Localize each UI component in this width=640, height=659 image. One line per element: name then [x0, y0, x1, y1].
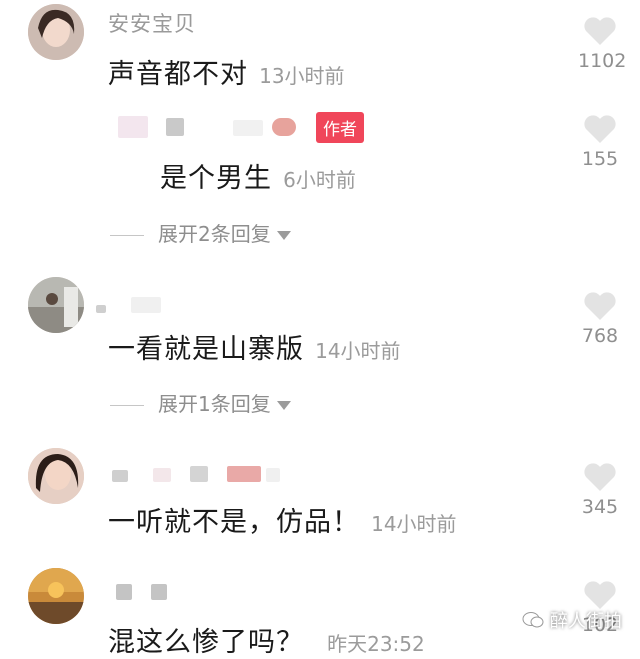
username[interactable] [96, 297, 162, 317]
like-count: 1102 [578, 50, 627, 72]
comment-time: 14小时前 [371, 512, 457, 536]
comment-text: 混这么惨了吗？ [108, 627, 304, 658]
heart-icon [584, 581, 616, 609]
like-button[interactable]: 155 [578, 114, 622, 170]
heart-icon [584, 463, 616, 491]
expand-label: 展开1条回复 [158, 392, 271, 416]
comment-line: 混这么惨了吗？ 昨天23:52 [108, 620, 425, 659]
avatar-photo-icon [28, 448, 84, 504]
avatar[interactable] [28, 448, 84, 504]
avatar-photo-icon [28, 568, 84, 624]
comment-time: 13小时前 [259, 64, 345, 88]
wechat-icon [522, 612, 544, 628]
username[interactable] [116, 584, 168, 604]
avatar-photo-icon [28, 277, 84, 333]
username[interactable] [112, 466, 281, 486]
comment-time: 昨天23:52 [327, 632, 425, 656]
comment-line: 一听就不是，仿品！ 14小时前 [108, 500, 457, 539]
like-count: 155 [581, 148, 619, 170]
reply-username[interactable] [166, 118, 297, 140]
comment-text: 一看就是山寨版 [108, 334, 304, 365]
comment-time: 6小时前 [283, 168, 356, 192]
like-button[interactable]: 345 [578, 462, 622, 518]
comment-text: 一听就不是，仿品！ [108, 507, 360, 538]
watermark: 醉人街拍 [522, 607, 622, 633]
heart-icon [584, 115, 616, 143]
avatar-photo-icon [28, 4, 84, 60]
like-button[interactable]: 1102 [578, 16, 627, 72]
avatar[interactable] [28, 4, 84, 60]
heart-icon [584, 292, 616, 320]
reply-avatar[interactable] [118, 116, 148, 142]
like-button[interactable]: 768 [578, 291, 622, 347]
username[interactable]: 安安宝贝 [108, 8, 196, 38]
like-count: 768 [581, 325, 619, 347]
expand-label: 展开2条回复 [158, 222, 271, 246]
author-badge: 作者 [316, 112, 364, 143]
comment-line: 声音都不对 13小时前 [108, 52, 345, 91]
comment-time: 14小时前 [315, 339, 401, 363]
expand-replies[interactable]: 展开2条回复 [110, 218, 291, 247]
comment-line: 一看就是山寨版 14小时前 [108, 327, 401, 366]
comment-line: 是个男生 6小时前 [160, 156, 356, 195]
expand-replies[interactable]: 展开1条回复 [110, 388, 291, 417]
watermark-text: 醉人街拍 [550, 611, 622, 632]
comment-text: 声音都不对 [108, 59, 248, 90]
like-count: 345 [581, 496, 619, 518]
avatar[interactable] [28, 277, 84, 333]
chevron-down-icon [276, 231, 291, 240]
heart-icon [584, 17, 616, 45]
chevron-down-icon [276, 401, 291, 410]
avatar[interactable] [28, 568, 84, 624]
comment-text: 是个男生 [160, 163, 272, 194]
